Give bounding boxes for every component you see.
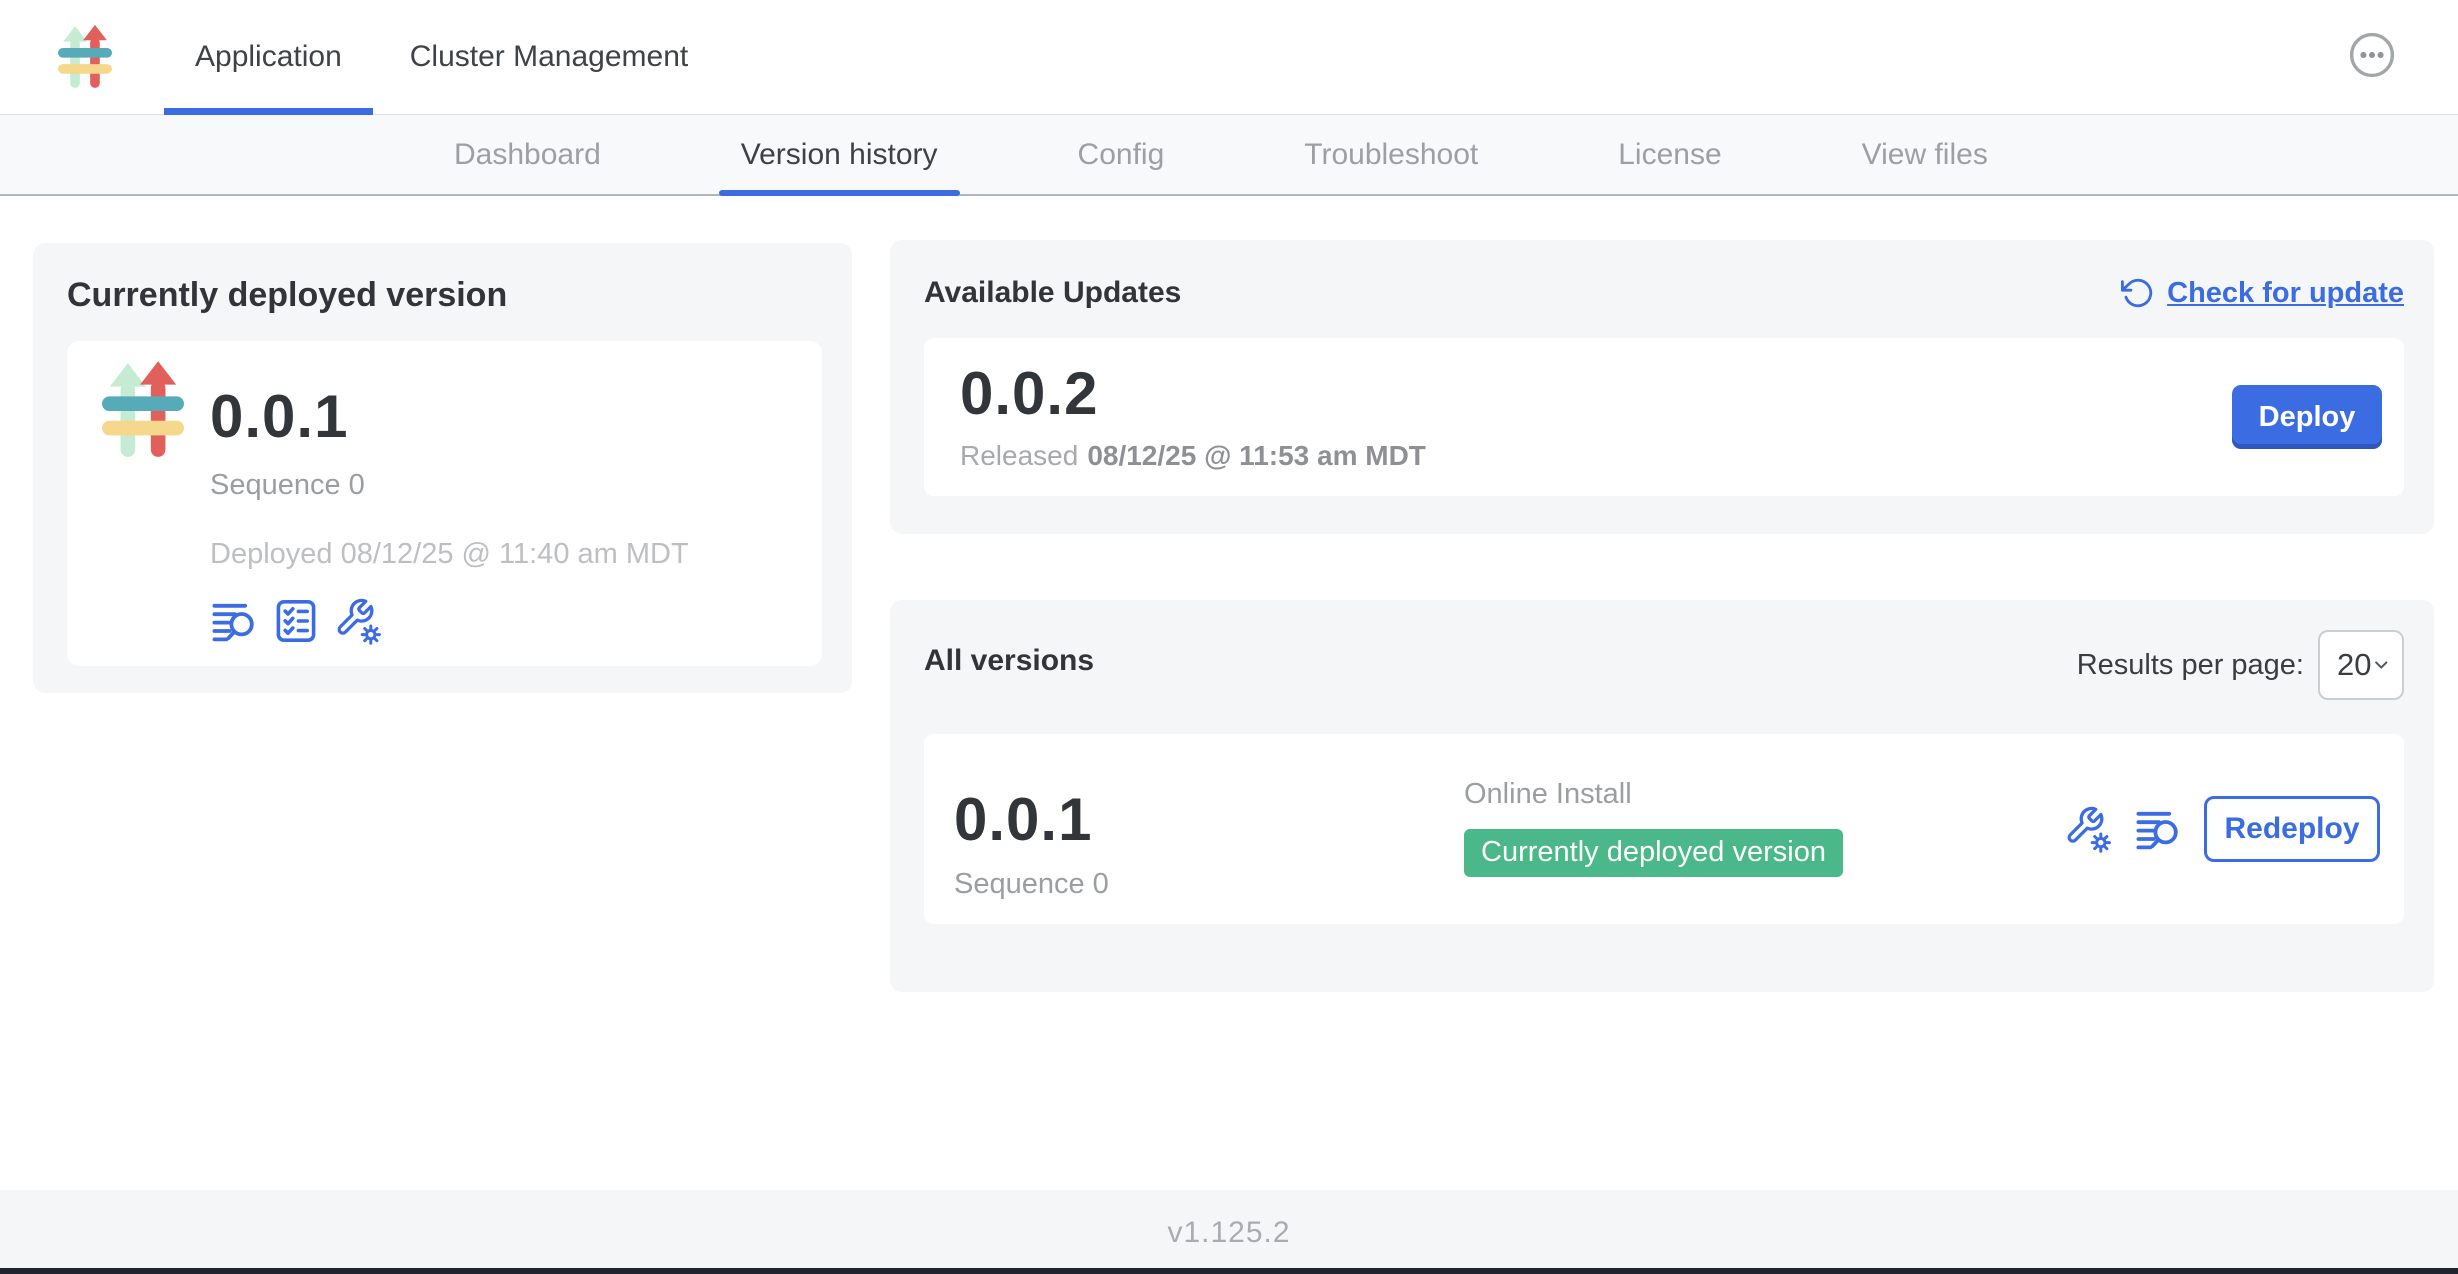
top-navbar: Application Cluster Management bbox=[0, 0, 2458, 115]
tab-dashboard[interactable]: Dashboard bbox=[432, 115, 623, 194]
config-wrench-icon[interactable] bbox=[334, 597, 382, 645]
tab-label: Dashboard bbox=[454, 138, 601, 172]
tab-license[interactable]: License bbox=[1596, 115, 1743, 194]
currently-deployed-panel: Currently deployed version 0.0.1 Sequenc… bbox=[33, 243, 852, 693]
install-type: Online Install bbox=[1464, 778, 1843, 811]
release-diff-icon[interactable] bbox=[2134, 805, 2182, 853]
tab-view-files[interactable]: View files bbox=[1840, 115, 2010, 194]
redeploy-button[interactable]: Redeploy bbox=[2204, 796, 2380, 862]
preflight-checklist-icon[interactable] bbox=[272, 597, 320, 645]
tab-label: View files bbox=[1862, 138, 1988, 172]
update-version-number: 0.0.2 bbox=[960, 364, 2404, 424]
refresh-icon bbox=[2121, 276, 2155, 310]
tab-label: Version history bbox=[741, 138, 938, 172]
currently-deployed-badge: Currently deployed version bbox=[1464, 829, 1843, 877]
admin-console-page: Application Cluster Management Dashboard… bbox=[0, 0, 2458, 1274]
panel-title: Available Updates bbox=[924, 276, 1181, 310]
tab-troubleshoot[interactable]: Troubleshoot bbox=[1282, 115, 1500, 194]
deployed-sequence: Sequence 0 bbox=[210, 469, 689, 502]
nav-tab-label: Application bbox=[195, 40, 342, 74]
panel-title: Currently deployed version bbox=[67, 276, 822, 315]
primary-nav: Application Cluster Management bbox=[164, 0, 725, 114]
row-sequence: Sequence 0 bbox=[954, 868, 1109, 901]
deployed-timestamp: Deployed 08/12/25 @ 11:40 am MDT bbox=[210, 538, 689, 571]
deployed-version-card: 0.0.1 Sequence 0 Deployed 08/12/25 @ 11:… bbox=[67, 341, 822, 666]
panel-title: All versions bbox=[924, 644, 1094, 678]
nav-tab-label: Cluster Management bbox=[410, 40, 688, 74]
config-wrench-icon[interactable] bbox=[2064, 805, 2112, 853]
row-version-number: 0.0.1 bbox=[954, 790, 1109, 850]
version-row: 0.0.1 Sequence 0 Online Install Currentl… bbox=[924, 734, 2404, 924]
all-versions-panel: All versions Results per page: 20 0.0.1 … bbox=[890, 600, 2434, 992]
results-per-page-value: 20 bbox=[2337, 647, 2371, 683]
tab-label: License bbox=[1618, 138, 1721, 172]
check-for-update-link[interactable]: Check for update bbox=[2121, 276, 2404, 310]
bottom-accent-bar bbox=[0, 1268, 2458, 1274]
release-diff-icon[interactable] bbox=[210, 597, 258, 645]
check-for-update-label: Check for update bbox=[2167, 277, 2404, 310]
overflow-menu-button[interactable] bbox=[2348, 31, 2396, 79]
available-updates-panel: Available Updates Check for update 0.0.2… bbox=[890, 240, 2434, 534]
update-row: 0.0.2 Released08/12/25 @ 11:53 am MDT De… bbox=[924, 338, 2404, 496]
chevron-down-icon bbox=[2371, 654, 2392, 676]
app-subnav: Dashboard Version history Config Trouble… bbox=[0, 115, 2458, 196]
console-version: v1.125.2 bbox=[1167, 1216, 1290, 1250]
update-released-line: Released08/12/25 @ 11:53 am MDT bbox=[960, 440, 2404, 472]
tab-label: Troubleshoot bbox=[1304, 138, 1478, 172]
nav-tab-application[interactable]: Application bbox=[164, 0, 373, 114]
deploy-button[interactable]: Deploy bbox=[2232, 385, 2382, 449]
page-footer: v1.125.2 bbox=[0, 1190, 2458, 1268]
ellipsis-icon bbox=[2348, 31, 2396, 79]
nav-tab-cluster-management[interactable]: Cluster Management bbox=[379, 0, 719, 114]
deployed-version-number: 0.0.1 bbox=[210, 387, 689, 447]
results-per-page-label: Results per page: bbox=[2077, 649, 2304, 682]
app-logo bbox=[58, 24, 112, 90]
app-logo bbox=[102, 361, 184, 459]
results-per-page-select[interactable]: 20 bbox=[2318, 630, 2404, 700]
tab-version-history[interactable]: Version history bbox=[719, 115, 960, 194]
tab-config[interactable]: Config bbox=[1056, 115, 1187, 194]
tab-label: Config bbox=[1078, 138, 1165, 172]
